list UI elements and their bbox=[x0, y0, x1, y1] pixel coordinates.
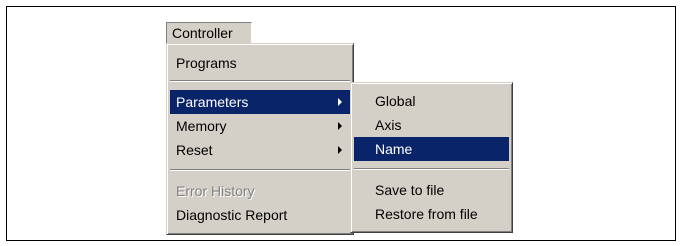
menu-item-label: Memory bbox=[176, 118, 227, 134]
submenu-arrow-icon bbox=[338, 98, 342, 106]
menu-item-reset[interactable]: Reset bbox=[170, 138, 350, 162]
submenu-item-axis[interactable]: Axis bbox=[354, 113, 509, 137]
submenu-arrow-icon bbox=[338, 122, 342, 130]
submenu-arrow-icon bbox=[338, 146, 342, 154]
menu-item-label: Restore from file bbox=[375, 206, 478, 222]
menu-item-label: Save to file bbox=[375, 182, 445, 198]
menu-item-label: Name bbox=[375, 141, 413, 157]
submenu-item-name[interactable]: Name bbox=[354, 137, 509, 161]
menu-separator bbox=[354, 168, 509, 170]
menu-controller[interactable]: Controller bbox=[166, 22, 252, 44]
menu-item-label: Programs bbox=[176, 55, 237, 71]
menu-item-memory[interactable]: Memory bbox=[170, 114, 350, 138]
menu-separator bbox=[170, 80, 350, 82]
menu-item-parameters[interactable]: Parameters bbox=[170, 90, 350, 114]
controller-menu: Programs Parameters Memory Reset Error H… bbox=[166, 43, 354, 235]
menu-item-label: Global bbox=[375, 93, 416, 109]
menu-item-label: Error History bbox=[176, 183, 255, 199]
menu-separator bbox=[170, 169, 350, 171]
submenu-item-save-to-file[interactable]: Save to file bbox=[354, 178, 509, 202]
menu-item-label: Parameters bbox=[176, 94, 249, 110]
menu-item-diagnostic-report[interactable]: Diagnostic Report bbox=[170, 203, 350, 227]
menu-item-error-history: Error History bbox=[170, 179, 350, 203]
submenu-item-global[interactable]: Global bbox=[354, 89, 509, 113]
submenu-item-restore-from-file[interactable]: Restore from file bbox=[354, 202, 509, 226]
menu-item-programs[interactable]: Programs bbox=[170, 51, 350, 75]
menu-item-label: Reset bbox=[176, 142, 213, 158]
parameters-submenu: Global Axis Name Save to file Restore fr… bbox=[350, 82, 513, 233]
menu-item-label: Axis bbox=[375, 117, 402, 133]
menu-item-label: Diagnostic Report bbox=[176, 207, 288, 223]
